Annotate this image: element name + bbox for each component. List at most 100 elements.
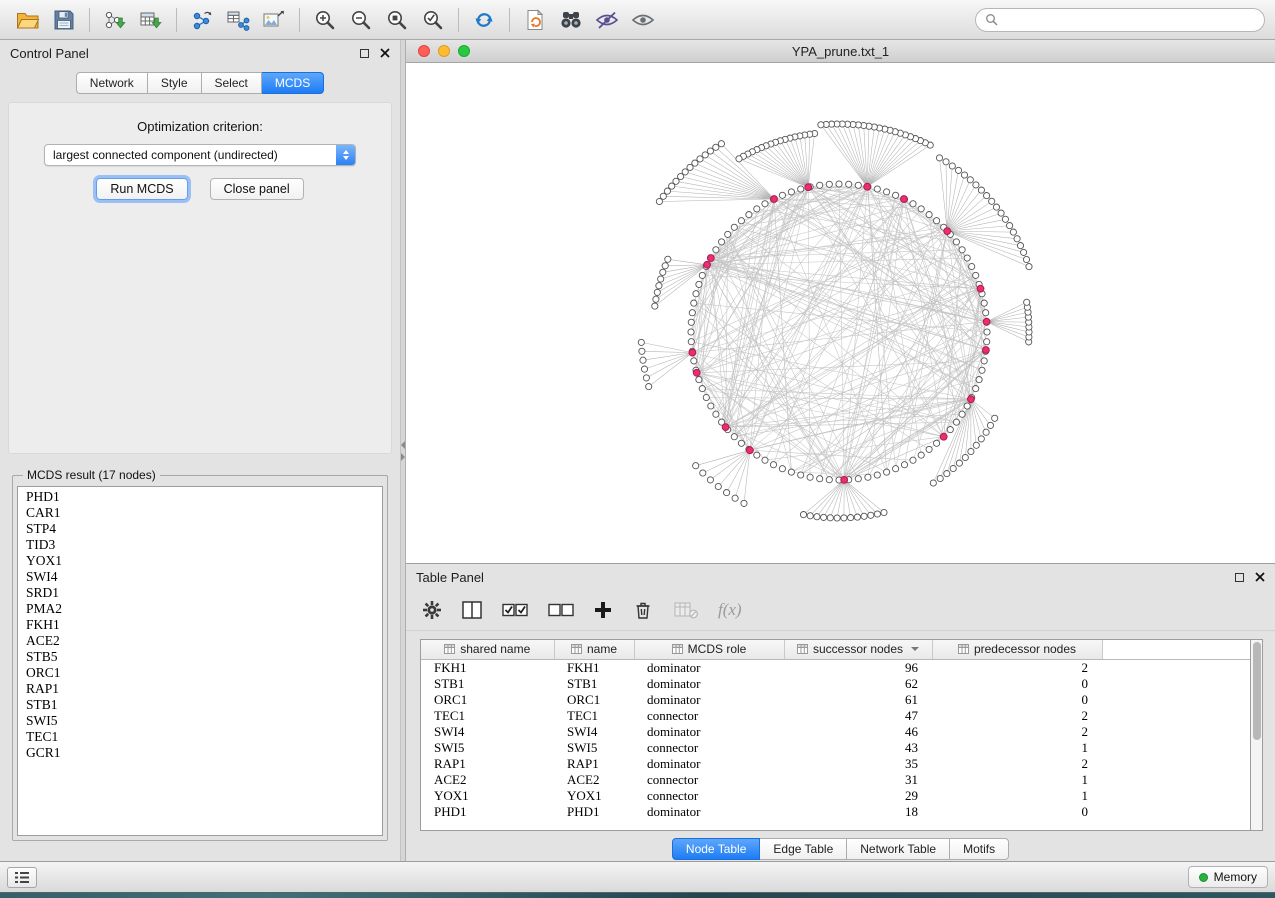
table-cell[interactable]: SWI4 [421,724,554,740]
show-graphics-details-button[interactable] [625,5,661,35]
table-row[interactable]: STB1STB1dominator620 [421,676,1250,692]
table-cell[interactable]: YOX1 [554,788,634,804]
column-header-mcds-role[interactable]: MCDS role [634,640,784,659]
table-cell[interactable]: 46 [784,724,932,740]
delete-column-button[interactable] [630,595,656,625]
mcds-result-item[interactable]: SRD1 [18,585,382,601]
table-row[interactable]: RAP1RAP1dominator352 [421,756,1250,772]
mcds-result-item[interactable]: STP4 [18,521,382,537]
table-cell[interactable]: FKH1 [421,659,554,676]
table-cell[interactable]: RAP1 [421,756,554,772]
table-cell[interactable]: SWI5 [554,740,634,756]
table-cell[interactable]: 0 [932,804,1102,820]
mcds-result-item[interactable]: ORC1 [18,665,382,681]
table-cell[interactable]: 35 [784,756,932,772]
network-from-table-button[interactable] [220,5,256,35]
mcds-result-item[interactable]: RAP1 [18,681,382,697]
mcds-result-item[interactable]: GCR1 [18,745,382,761]
new-network-button[interactable] [184,5,220,35]
mcds-result-item[interactable]: SWI4 [18,569,382,585]
optimization-criterion-select[interactable]: largest connected component (undirected) [44,144,356,166]
open-session-button[interactable] [10,5,46,35]
mcds-result-item[interactable]: ACE2 [18,633,382,649]
refresh-button[interactable] [466,5,502,35]
mcds-result-item[interactable]: PHD1 [18,489,382,505]
network-graph[interactable] [406,63,1275,563]
memory-button[interactable]: Memory [1188,866,1268,888]
table-row[interactable]: SWI5SWI5connector431 [421,740,1250,756]
tab-edge-table[interactable]: Edge Table [760,838,847,860]
column-header-shared-name[interactable]: shared name [421,640,554,659]
window-minimize-icon[interactable] [438,45,450,57]
add-column-button[interactable] [592,595,614,625]
save-session-button[interactable] [46,5,82,35]
table-cell[interactable]: 43 [784,740,932,756]
table-row[interactable]: PHD1PHD1dominator180 [421,804,1250,820]
window-zoom-icon[interactable] [458,45,470,57]
column-header-successor-nodes[interactable]: successor nodes [784,640,932,659]
table-cell[interactable]: TEC1 [421,708,554,724]
table-cell[interactable]: ORC1 [421,692,554,708]
table-settings-button[interactable] [420,595,444,625]
table-cell[interactable]: dominator [634,692,784,708]
table-cell[interactable]: SWI5 [421,740,554,756]
table-cell[interactable]: 31 [784,772,932,788]
table-cell[interactable]: dominator [634,724,784,740]
table-cell[interactable]: 1 [932,788,1102,804]
zoom-fit-button[interactable] [379,5,415,35]
table-cell[interactable]: 18 [784,804,932,820]
table-cell[interactable]: 2 [932,724,1102,740]
table-cell[interactable]: 29 [784,788,932,804]
splitter-collapse-right-icon[interactable] [401,453,405,461]
tab-network-table[interactable]: Network Table [847,838,950,860]
tab-style[interactable]: Style [148,72,202,94]
close-panel-button[interactable]: Close panel [210,178,304,200]
column-visibility-button[interactable] [460,595,484,625]
table-cell[interactable]: 2 [932,659,1102,676]
table-cell[interactable]: YOX1 [421,788,554,804]
table-scrollbar[interactable] [1250,639,1263,831]
table-row[interactable]: ORC1ORC1dominator610 [421,692,1250,708]
window-close-icon[interactable] [418,45,430,57]
table-cell[interactable]: PHD1 [554,804,634,820]
table-cell[interactable]: 0 [932,676,1102,692]
table-cell[interactable]: dominator [634,804,784,820]
tab-node-table[interactable]: Node Table [672,838,761,860]
deselect-all-rows-button[interactable] [546,595,576,625]
hide-graphics-details-button[interactable] [589,5,625,35]
tab-mcds[interactable]: MCDS [262,72,324,94]
zoom-selected-button[interactable] [415,5,451,35]
show-panels-button[interactable] [7,867,37,888]
table-cell[interactable]: ACE2 [421,772,554,788]
table-cell[interactable]: 61 [784,692,932,708]
table-cell[interactable]: 96 [784,659,932,676]
mcds-result-item[interactable]: CAR1 [18,505,382,521]
table-cell[interactable]: SWI4 [554,724,634,740]
mcds-result-item[interactable]: SWI5 [18,713,382,729]
table-cell[interactable]: 1 [932,740,1102,756]
table-cell[interactable]: connector [634,740,784,756]
zoom-out-button[interactable] [343,5,379,35]
table-cell[interactable]: connector [634,708,784,724]
float-panel-icon[interactable] [1235,573,1244,582]
table-cell[interactable]: dominator [634,756,784,772]
tab-motifs[interactable]: Motifs [950,838,1009,860]
table-row[interactable]: TEC1TEC1connector472 [421,708,1250,724]
table-cell[interactable]: ORC1 [554,692,634,708]
table-cell[interactable]: 47 [784,708,932,724]
search-input[interactable] [1003,13,1255,27]
table-cell[interactable]: ACE2 [554,772,634,788]
tab-network[interactable]: Network [76,72,148,94]
table-cell[interactable]: 0 [932,692,1102,708]
table-row[interactable]: FKH1FKH1dominator962 [421,659,1250,676]
import-table-button[interactable] [133,5,169,35]
zoom-in-button[interactable] [307,5,343,35]
export-network-button[interactable] [517,5,553,35]
table-cell[interactable]: STB1 [421,676,554,692]
table-row[interactable]: ACE2ACE2connector311 [421,772,1250,788]
table-row[interactable]: SWI4SWI4dominator462 [421,724,1250,740]
splitter-collapse-left-icon[interactable] [401,441,405,449]
float-panel-icon[interactable] [360,49,369,58]
table-cell[interactable]: FKH1 [554,659,634,676]
table-cell[interactable]: 62 [784,676,932,692]
